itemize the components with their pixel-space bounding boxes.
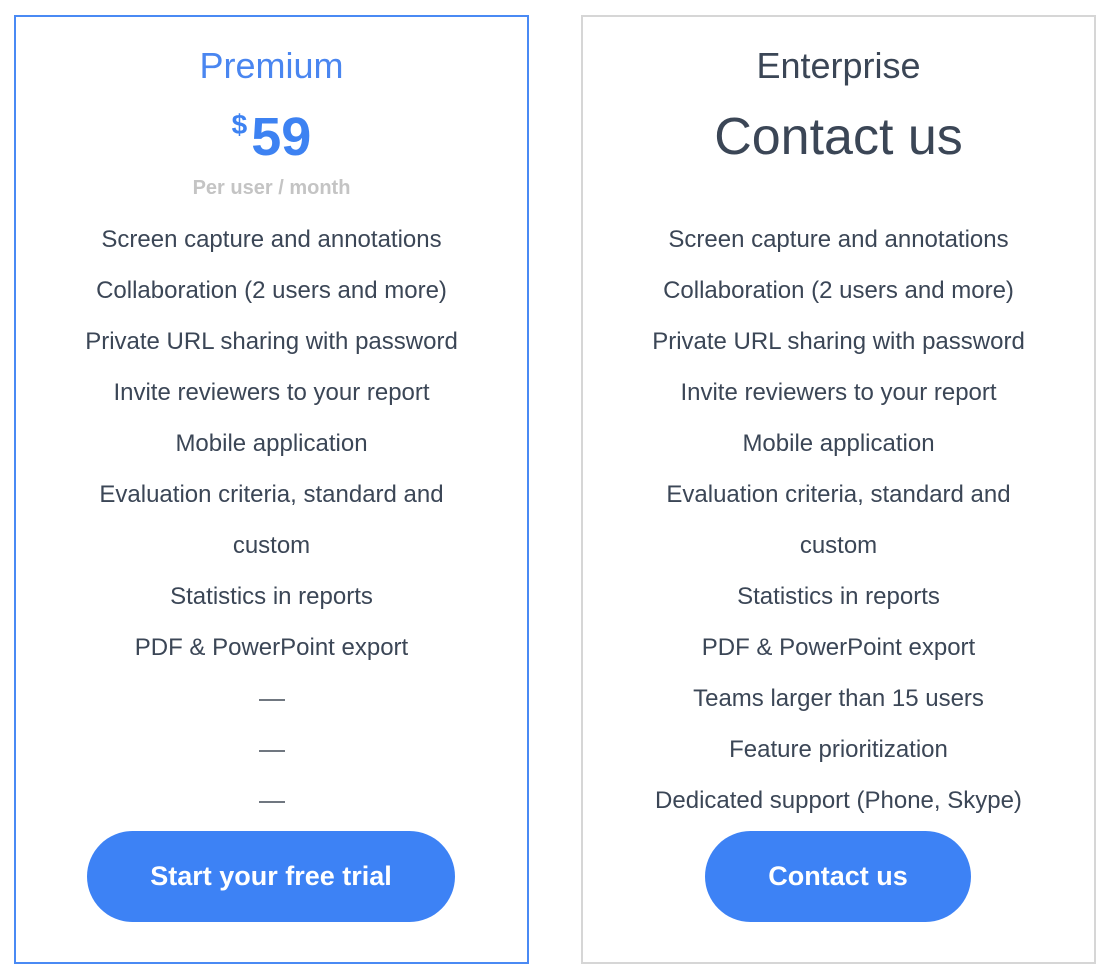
price-heading: Contact us xyxy=(714,108,963,166)
feature-item: Dedicated support (Phone, Skype) xyxy=(655,787,1022,814)
dash-icon xyxy=(258,800,285,803)
feature-item: Evaluation criteria, standard and custom xyxy=(666,481,1011,559)
feature-list: Screen capture and annotations Collabora… xyxy=(583,214,1094,826)
contact-us-button[interactable]: Contact us xyxy=(705,831,971,922)
feature-item: Evaluation criteria, standard and custom xyxy=(99,481,444,559)
dash-icon xyxy=(258,749,285,752)
feature-item: PDF & PowerPoint export xyxy=(701,634,976,661)
feature-item-unavailable xyxy=(16,724,527,775)
feature-item: Private URL sharing with password xyxy=(85,328,458,355)
price-amount: 59 xyxy=(251,107,312,167)
feature-item-unavailable xyxy=(16,673,527,724)
feature-item-unavailable xyxy=(16,775,527,826)
pricing-card-premium: Premium $ 59 Per user / month Screen cap… xyxy=(14,15,529,964)
feature-item: Screen capture and annotations xyxy=(101,226,442,253)
feature-item: PDF & PowerPoint export xyxy=(134,634,409,661)
feature-item: Teams larger than 15 users xyxy=(693,685,984,712)
start-free-trial-button[interactable]: Start your free trial xyxy=(87,831,455,922)
dash-icon xyxy=(258,698,285,701)
feature-item: Collaboration (2 users and more) xyxy=(663,277,1014,304)
plan-name: Premium xyxy=(199,45,344,86)
feature-item: Statistics in reports xyxy=(170,583,373,610)
feature-item: Mobile application xyxy=(742,430,935,457)
feature-item: Invite reviewers to your report xyxy=(113,379,430,406)
feature-item: Invite reviewers to your report xyxy=(680,379,997,406)
feature-item: Statistics in reports xyxy=(737,583,940,610)
feature-item: Collaboration (2 users and more) xyxy=(96,277,447,304)
plan-name: Enterprise xyxy=(756,45,921,86)
feature-item: Mobile application xyxy=(175,430,368,457)
feature-item: Private URL sharing with password xyxy=(652,328,1025,355)
pricing-card-enterprise: Enterprise Contact us Screen capture and… xyxy=(581,15,1096,964)
feature-list: Screen capture and annotations Collabora… xyxy=(16,214,527,826)
price-period: Per user / month xyxy=(192,177,351,199)
currency-symbol: $ xyxy=(231,109,248,140)
feature-item: Screen capture and annotations xyxy=(668,226,1009,253)
price: $ 59 xyxy=(16,105,527,169)
feature-item: Feature prioritization xyxy=(729,736,948,763)
